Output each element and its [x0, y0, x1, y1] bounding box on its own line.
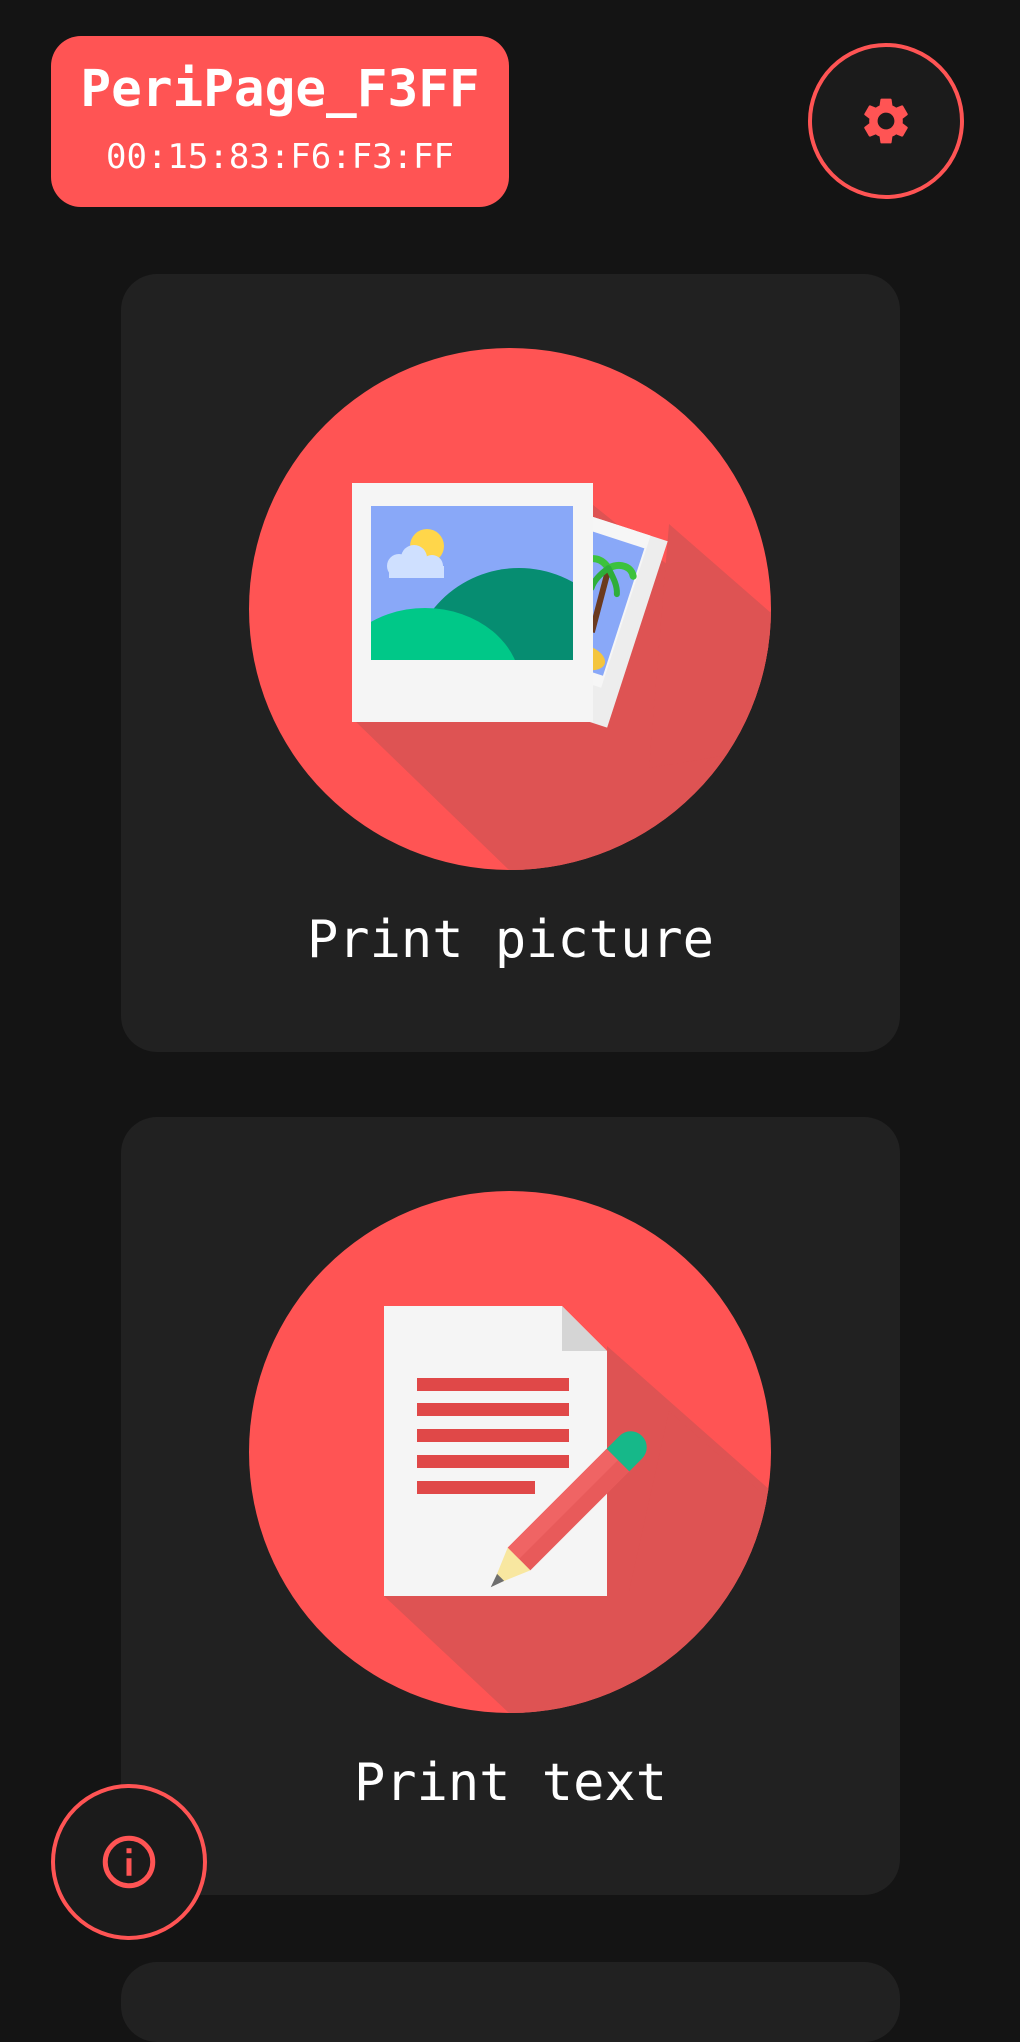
gear-icon: [864, 98, 908, 144]
next-card[interactable]: [121, 1962, 900, 2042]
print-picture-card[interactable]: Print picture: [121, 274, 900, 1052]
print-text-label: Print text: [353, 1753, 668, 1813]
document-pencil-icon: [249, 1191, 771, 1713]
device-chip[interactable]: PeriPage_F3FF 00:15:83:F6:F3:FF: [51, 36, 509, 207]
print-text-card[interactable]: Print text: [121, 1117, 900, 1895]
device-name: PeriPage_F3FF: [80, 60, 480, 119]
device-mac-address: 00:15:83:F6:F3:FF: [106, 137, 454, 177]
info-button[interactable]: [51, 1784, 207, 1940]
print-picture-label: Print picture: [307, 910, 714, 970]
info-icon: [102, 1835, 156, 1889]
pictures-icon: [249, 348, 771, 870]
settings-button[interactable]: [808, 43, 964, 199]
